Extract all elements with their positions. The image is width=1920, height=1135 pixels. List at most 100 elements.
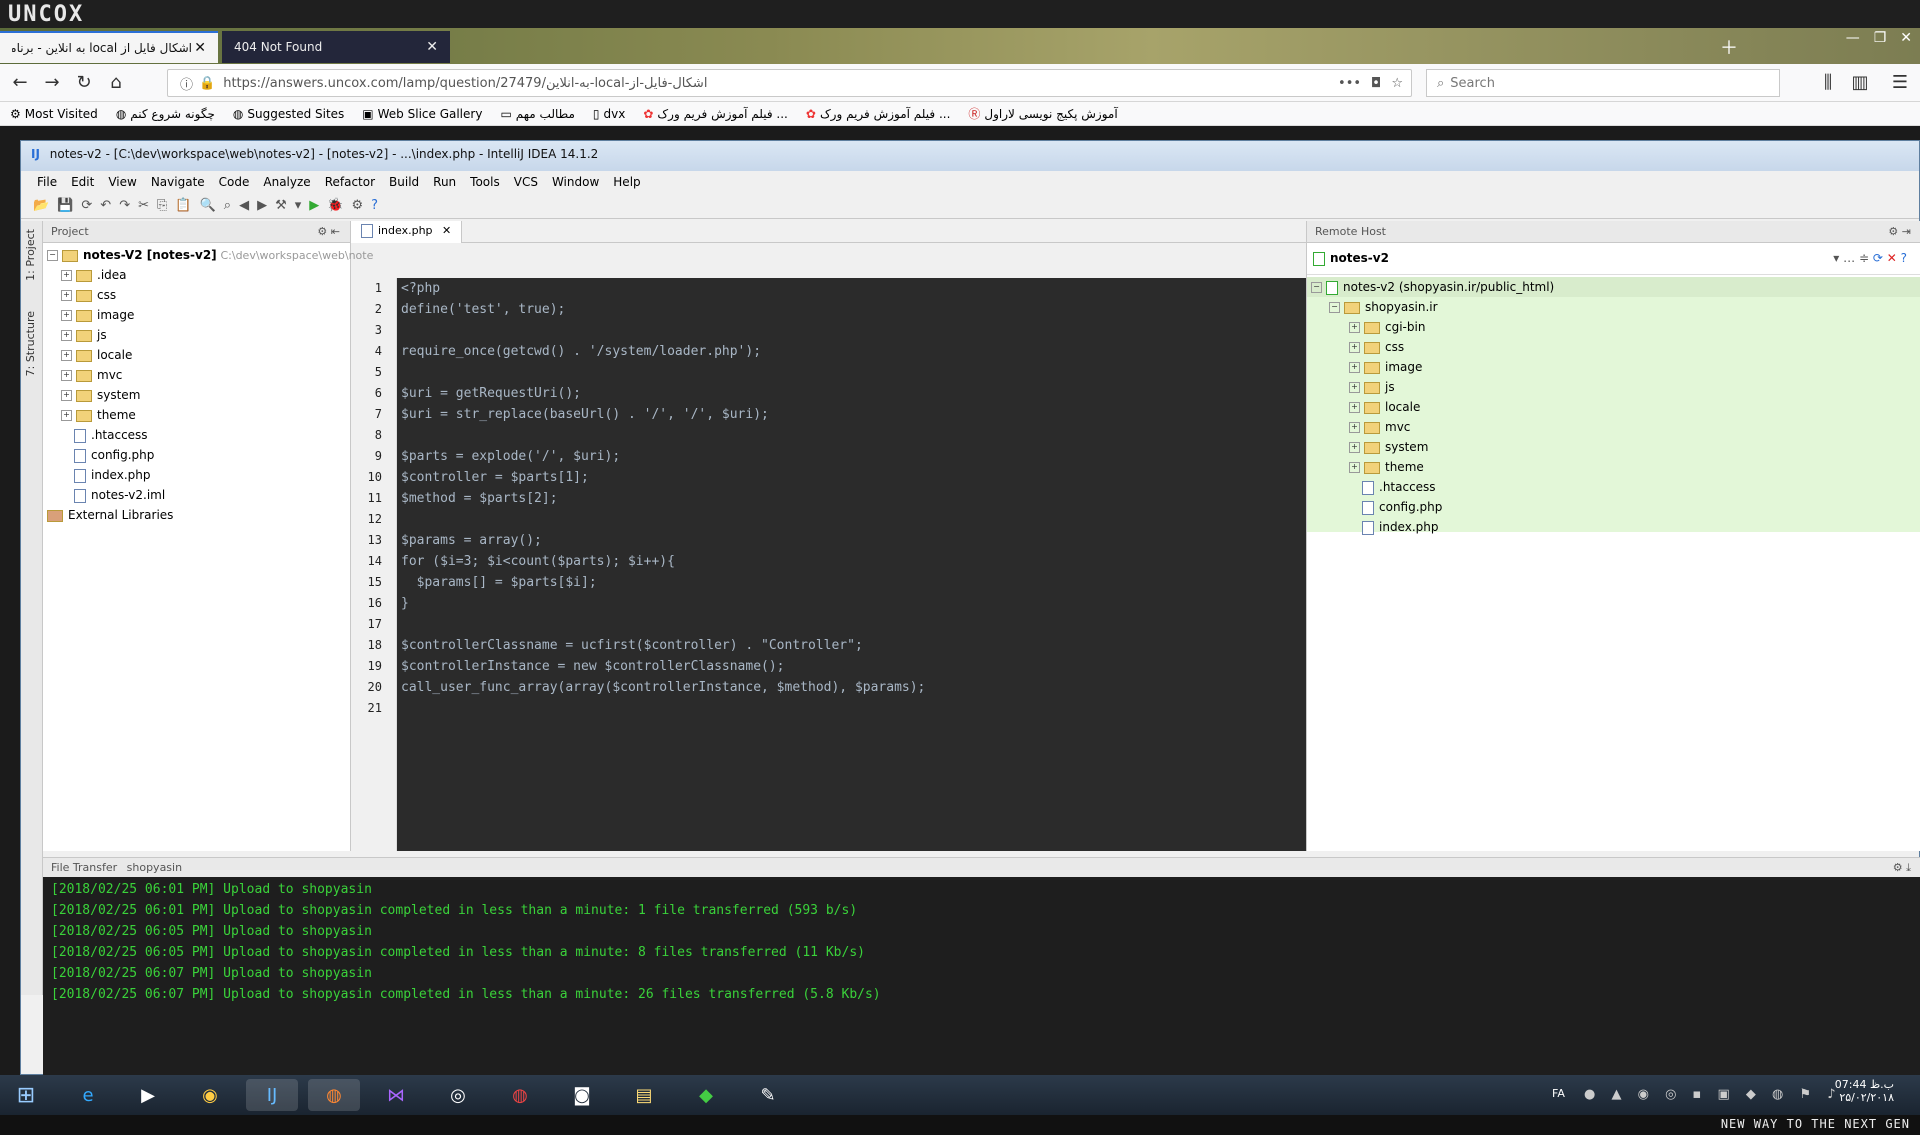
bookmark-framework-1[interactable]: ✿ فیلم آموزش فریم ورک ... bbox=[643, 107, 788, 121]
back-icon[interactable]: ← bbox=[8, 72, 32, 94]
collapse-icon[interactable]: − bbox=[47, 250, 58, 261]
menu-vcs[interactable]: VCS bbox=[514, 175, 538, 189]
settings-icon[interactable]: ⚙ bbox=[351, 198, 363, 213]
menu-run[interactable]: Run bbox=[433, 175, 456, 189]
run-config-dropdown[interactable]: ▾ bbox=[295, 198, 302, 213]
tree-item[interactable]: + locale bbox=[61, 345, 347, 365]
home-icon[interactable]: ⌂ bbox=[104, 72, 128, 94]
debug-icon[interactable]: 🐞 bbox=[327, 198, 343, 213]
expand-icon[interactable]: + bbox=[61, 410, 72, 421]
bookmark-start[interactable]: ◍ چگونه شروع کنم bbox=[116, 107, 215, 121]
expand-icon[interactable]: + bbox=[1349, 422, 1360, 433]
menu-window[interactable]: Window bbox=[552, 175, 599, 189]
copy-icon[interactable]: ⎘ bbox=[157, 198, 167, 213]
browser-tab-question[interactable]: اشکال فایل از local به انلاین - برنامه ن… bbox=[0, 31, 218, 63]
tree-item[interactable]: index.php bbox=[61, 465, 347, 485]
bookmark-laravel-package[interactable]: Ⓡ آموزش پکیج نویسی لاراول bbox=[968, 105, 1117, 122]
menu-edit[interactable]: Edit bbox=[71, 175, 94, 189]
undo-icon[interactable]: ↶ bbox=[100, 198, 111, 213]
editor-tab-index-php[interactable]: index.php ✕ bbox=[351, 221, 463, 243]
expand-icon[interactable]: + bbox=[61, 390, 72, 401]
panel-settings-icon[interactable]: ⚙ ⇤ bbox=[317, 225, 340, 238]
maximize-icon[interactable]: ❐ bbox=[1874, 30, 1887, 46]
expand-icon[interactable]: + bbox=[1349, 442, 1360, 453]
library-icon[interactable]: ⫼ bbox=[1816, 72, 1840, 94]
remote-tree-item[interactable]: + system bbox=[1349, 437, 1920, 457]
menu-tools[interactable]: Tools bbox=[470, 175, 500, 189]
file-transfer-target[interactable]: shopyasin bbox=[127, 861, 182, 874]
bookmark-suggested[interactable]: ◍ Suggested Sites bbox=[233, 107, 344, 121]
collapse-all-icon[interactable]: ≑ bbox=[1859, 251, 1869, 265]
close-icon[interactable]: ✕ bbox=[194, 40, 206, 56]
start-button[interactable]: ⊞ bbox=[4, 1079, 48, 1111]
expand-icon[interactable]: + bbox=[1349, 322, 1360, 333]
build-icon[interactable]: ⚒ bbox=[275, 198, 287, 213]
new-tab-icon[interactable]: ＋ bbox=[1720, 34, 1738, 60]
tree-root[interactable]: − notes-V2 [notes-v2] C:\dev\workspace\we… bbox=[47, 245, 373, 265]
tree-item[interactable]: notes-v2.iml bbox=[61, 485, 347, 505]
project-header-label[interactable]: Project bbox=[51, 225, 89, 238]
bookmark-folder[interactable]: ▭ مطالب مهم bbox=[500, 107, 574, 121]
search-input[interactable]: ⌕ Search bbox=[1426, 69, 1780, 97]
info-icon[interactable]: ⓘ bbox=[180, 74, 193, 93]
bookmark-star-icon[interactable]: ☆ bbox=[1391, 76, 1403, 91]
tree-item[interactable]: + theme bbox=[61, 405, 347, 425]
bookmark-dvx[interactable]: ▯ dvx bbox=[593, 107, 625, 121]
menu-file[interactable]: File bbox=[37, 175, 57, 189]
taskbar-app-3[interactable]: ◙ bbox=[556, 1079, 608, 1111]
refresh-icon[interactable]: ⟳ bbox=[1873, 251, 1883, 265]
tree-item[interactable]: + .idea bbox=[61, 265, 347, 285]
menu-refactor[interactable]: Refactor bbox=[325, 175, 375, 189]
forward-icon[interactable]: → bbox=[40, 72, 64, 94]
remote-tree-item[interactable]: index.php bbox=[1349, 517, 1920, 537]
menu-analyze[interactable]: Analyze bbox=[263, 175, 310, 189]
expand-icon[interactable]: + bbox=[61, 270, 72, 281]
language-indicator[interactable]: FA bbox=[1552, 1087, 1565, 1100]
taskbar-paint[interactable]: ✎ bbox=[742, 1079, 794, 1111]
cut-icon[interactable]: ✂ bbox=[138, 198, 149, 213]
redo-icon[interactable]: ↷ bbox=[119, 198, 130, 213]
expand-icon[interactable]: + bbox=[1349, 402, 1360, 413]
taskbar-app-2[interactable]: ◍ bbox=[494, 1079, 546, 1111]
browser-tab-404[interactable]: 404 Not Found ✕ bbox=[222, 31, 450, 63]
panel-settings-icon[interactable]: ⚙ ⤓ bbox=[1893, 861, 1911, 875]
minimize-icon[interactable]: — bbox=[1846, 30, 1860, 46]
taskbar-visual-studio[interactable]: ⋈ bbox=[370, 1079, 422, 1111]
taskbar-media[interactable]: ▶ bbox=[122, 1079, 174, 1111]
menu-code[interactable]: Code bbox=[219, 175, 250, 189]
tree-external-libraries[interactable]: External Libraries bbox=[47, 505, 347, 525]
remote-tree-item[interactable]: + theme bbox=[1349, 457, 1920, 477]
expand-icon[interactable]: + bbox=[61, 310, 72, 321]
close-icon[interactable]: ✕ bbox=[442, 224, 451, 237]
pocket-icon[interactable]: ◘ bbox=[1371, 76, 1381, 91]
close-icon[interactable]: ✕ bbox=[426, 39, 438, 55]
bookmark-web-slice[interactable]: ▣ Web Slice Gallery bbox=[362, 107, 482, 121]
tray-icons[interactable]: ● ▲ ◉ ◎ ▪ ▣ ◆ ◍ ⚑ ♪ bbox=[1584, 1087, 1842, 1102]
tree-item[interactable]: + css bbox=[61, 285, 347, 305]
taskbar-explorer[interactable]: ▤ bbox=[618, 1079, 670, 1111]
bookmark-framework-2[interactable]: ✿ فیلم آموزش فریم ورک ... bbox=[806, 107, 951, 121]
expand-icon[interactable]: + bbox=[61, 330, 72, 341]
expand-icon[interactable]: + bbox=[61, 350, 72, 361]
bookmark-most-visited[interactable]: ⚙ Most Visited bbox=[10, 107, 98, 121]
tab-project[interactable]: 1: Project bbox=[24, 229, 37, 281]
taskbar-app-1[interactable]: ◎ bbox=[432, 1079, 484, 1111]
expand-icon[interactable]: + bbox=[1349, 382, 1360, 393]
remote-root[interactable]: − notes-v2 (shopyasin.ir/public_html) bbox=[1307, 277, 1920, 297]
taskbar-ie[interactable]: e bbox=[62, 1079, 114, 1111]
expand-icon[interactable]: + bbox=[1349, 362, 1360, 373]
replace-icon[interactable]: ⌕ bbox=[224, 198, 231, 213]
taskbar-chrome[interactable]: ◉ bbox=[184, 1079, 236, 1111]
tree-item[interactable]: + system bbox=[61, 385, 347, 405]
expand-icon[interactable]: + bbox=[1349, 342, 1360, 353]
remote-tree-item[interactable]: + cgi-bin bbox=[1349, 317, 1920, 337]
remote-tree-item[interactable]: + mvc bbox=[1349, 417, 1920, 437]
menu-build[interactable]: Build bbox=[389, 175, 419, 189]
remote-tree-item[interactable]: config.php bbox=[1349, 497, 1920, 517]
tree-item[interactable]: config.php bbox=[61, 445, 347, 465]
expand-icon[interactable]: + bbox=[61, 290, 72, 301]
close-window-icon[interactable]: ✕ bbox=[1900, 30, 1912, 46]
menu-help[interactable]: Help bbox=[613, 175, 640, 189]
taskbar-firefox[interactable]: ◍ bbox=[308, 1079, 360, 1111]
find-icon[interactable]: 🔍 bbox=[200, 198, 216, 213]
